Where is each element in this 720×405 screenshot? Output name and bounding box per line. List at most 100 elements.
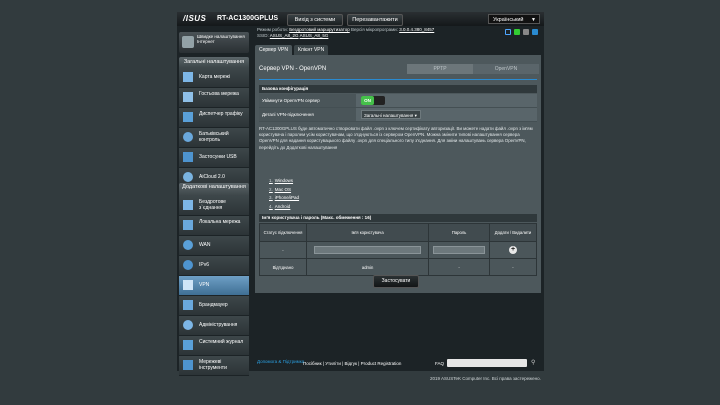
password-cell — [428, 241, 490, 259]
openvpn-toggle[interactable]: ON — [361, 96, 385, 105]
details-label: Деталі VPN-підключення — [259, 108, 356, 121]
wifi-status-icon[interactable] — [523, 29, 529, 35]
link-android[interactable]: 4. Android — [269, 203, 301, 212]
link-iphone[interactable]: 3. iPhone/iPad — [269, 194, 301, 203]
table-row: Від'єднано admin - - — [259, 258, 537, 276]
sidebar-item-network-map[interactable]: Карта мережі — [179, 68, 249, 88]
admin-icon — [183, 320, 193, 330]
lan-icon — [183, 220, 193, 230]
tab-vpn-server[interactable]: Сервер VPN — [255, 45, 293, 55]
sidebar-item-usb-apps[interactable]: Застосунки USB — [179, 148, 249, 168]
general-header: Загальні налаштування — [179, 57, 249, 68]
chevron-down-icon: ▾ — [414, 113, 417, 118]
sidebar-item-label: Системний журнал — [199, 339, 244, 345]
help-support-link[interactable]: Допомога & Підтримка — [257, 359, 304, 364]
sidebar-item-network-tools[interactable]: Мережеві інструменти — [179, 356, 249, 376]
description-text: RT-AC1300GPLUS буде автоматично створюва… — [259, 126, 533, 150]
ssid-5[interactable]: ASUS_A8_5G — [300, 33, 329, 38]
qis-label: Швидке налаштування Інтернет — [197, 34, 245, 44]
ssid-label: SSID: — [257, 33, 269, 38]
sidebar-item-lan[interactable]: Локальна мережа — [179, 216, 249, 236]
sidebar-item-label: VPN — [199, 282, 210, 288]
sidebar-item-guest-network[interactable]: Гостьова мережа — [179, 88, 249, 108]
add-cell: + — [489, 241, 537, 259]
wireless-icon — [183, 200, 193, 210]
sidebar-item-wan[interactable]: WAN — [179, 236, 249, 256]
pptp-button[interactable]: PPTP — [407, 64, 473, 74]
enable-row: Увімкнути OpenVPN сервер ON — [259, 94, 537, 108]
sidebar-item-wireless[interactable]: Бездротове з`єднання — [179, 196, 249, 216]
wizard-icon — [182, 36, 194, 48]
title-divider — [259, 79, 537, 80]
general-menu: Карта мережі Гостьова мережа Диспетчер т… — [179, 68, 249, 188]
password-input[interactable] — [433, 246, 486, 254]
user-name: admin — [305, 258, 430, 276]
sidebar-item-traffic-manager[interactable]: Диспетчер трафіку — [179, 108, 249, 128]
link-number: 2. — [269, 186, 273, 192]
qis-button[interactable]: Швидке налаштування Інтернет — [179, 32, 249, 53]
globe-icon — [183, 240, 193, 250]
link-label: Mac OS — [274, 186, 292, 192]
ipv6-icon — [183, 260, 193, 270]
add-user-icon[interactable]: + — [509, 246, 517, 254]
sidebar-item-parental-control[interactable]: Батьківський контроль — [179, 128, 249, 148]
tab-vpn-client[interactable]: Клієнт VPN — [294, 45, 329, 55]
new-status: - — [259, 241, 307, 259]
mode-label: Режим роботи: — [257, 27, 288, 32]
page-title: Сервер VPN - OpenVPN — [259, 66, 327, 72]
openvpn-button[interactable]: OpenVPN — [473, 64, 539, 74]
footer-links[interactable]: Посібник | Утиліти | Відгук | Product Re… — [303, 361, 401, 366]
top-bar: /ISUS RT-AC1300GPLUS Вихід з системи Пер… — [177, 12, 544, 26]
status-icons — [505, 29, 538, 35]
sidebar-item-vpn[interactable]: VPN — [179, 276, 249, 296]
fw-label: Версія мікропрограми: — [350, 27, 398, 32]
sidebar-item-label: Мережеві інструменти — [199, 359, 227, 371]
reboot-button[interactable]: Перезавантажити — [347, 14, 403, 26]
link-label: Android — [274, 203, 291, 209]
apply-button[interactable]: Застосувати — [373, 275, 419, 288]
vpn-tabs: Сервер VPN Клієнт VPN — [255, 45, 329, 55]
tools-icon — [183, 360, 193, 370]
user-status: Від'єднано — [259, 258, 307, 276]
link-windows[interactable]: 1. Windows — [269, 177, 301, 186]
link-label: iPhone/iPad — [274, 195, 300, 200]
advanced-header: Додаткові налаштування — [179, 183, 249, 196]
details-select[interactable]: Загальні налаштування ▾ — [361, 110, 421, 119]
username-cell — [305, 241, 430, 259]
mode-value[interactable]: Бездротовий маршрутизатор — [289, 27, 350, 32]
logout-button[interactable]: Вихід з системи — [287, 14, 343, 26]
username-input[interactable] — [313, 246, 422, 254]
faq-search-input[interactable] — [447, 359, 527, 367]
language-select[interactable]: Український ▼ — [488, 14, 540, 24]
sidebar-item-label: Гостьова мережа — [199, 91, 239, 97]
usb-status-icon[interactable] — [514, 29, 520, 35]
client-links: 1. Windows 2. Mac OS 3. iPhone/iPad 4. Andro… — [269, 177, 301, 211]
sidebar-item-system-log[interactable]: Системний журнал — [179, 336, 249, 356]
sidebar-item-label: Батьківський контроль — [199, 131, 229, 143]
cloud-icon — [183, 172, 193, 182]
usb-icon — [183, 152, 193, 162]
sidebar-item-firewall[interactable]: Брандмауер — [179, 296, 249, 316]
search-icon[interactable]: ⚲ — [531, 359, 539, 367]
user-password: - — [428, 258, 490, 276]
sidebar-item-label: AiCloud 2.0 — [199, 174, 225, 180]
sidebar-item-label: Карта мережі — [199, 74, 230, 80]
link-number: 3. — [269, 195, 273, 200]
link-label: Windows — [274, 178, 294, 183]
fw-value[interactable]: 3.0.0.4.380_8457 — [399, 27, 434, 32]
sidebar-item-ipv6[interactable]: IPv6 — [179, 256, 249, 276]
link-number: 4. — [269, 203, 273, 209]
sidebar-item-label: WAN — [199, 242, 211, 248]
details-row: Деталі VPN-підключення Загальні налаштув… — [259, 108, 537, 122]
sidebar-item-administration[interactable]: Адміністрування — [179, 316, 249, 336]
vpn-icon — [183, 280, 193, 290]
link-macos[interactable]: 2. Mac OS — [269, 186, 301, 195]
wan-status-icon[interactable] — [505, 29, 511, 35]
link-number: 1. — [269, 178, 273, 183]
firewall-icon — [183, 300, 193, 310]
ssid-24[interactable]: ASUS_A8_2G — [270, 33, 299, 38]
protocol-switch: PPTP OpenVPN — [407, 64, 539, 74]
vpn-panel: Сервер VPN - OpenVPN PPTP OpenVPN Базова… — [255, 55, 541, 293]
col-password: Пароль — [428, 223, 490, 242]
network-status-icon[interactable] — [532, 29, 538, 35]
